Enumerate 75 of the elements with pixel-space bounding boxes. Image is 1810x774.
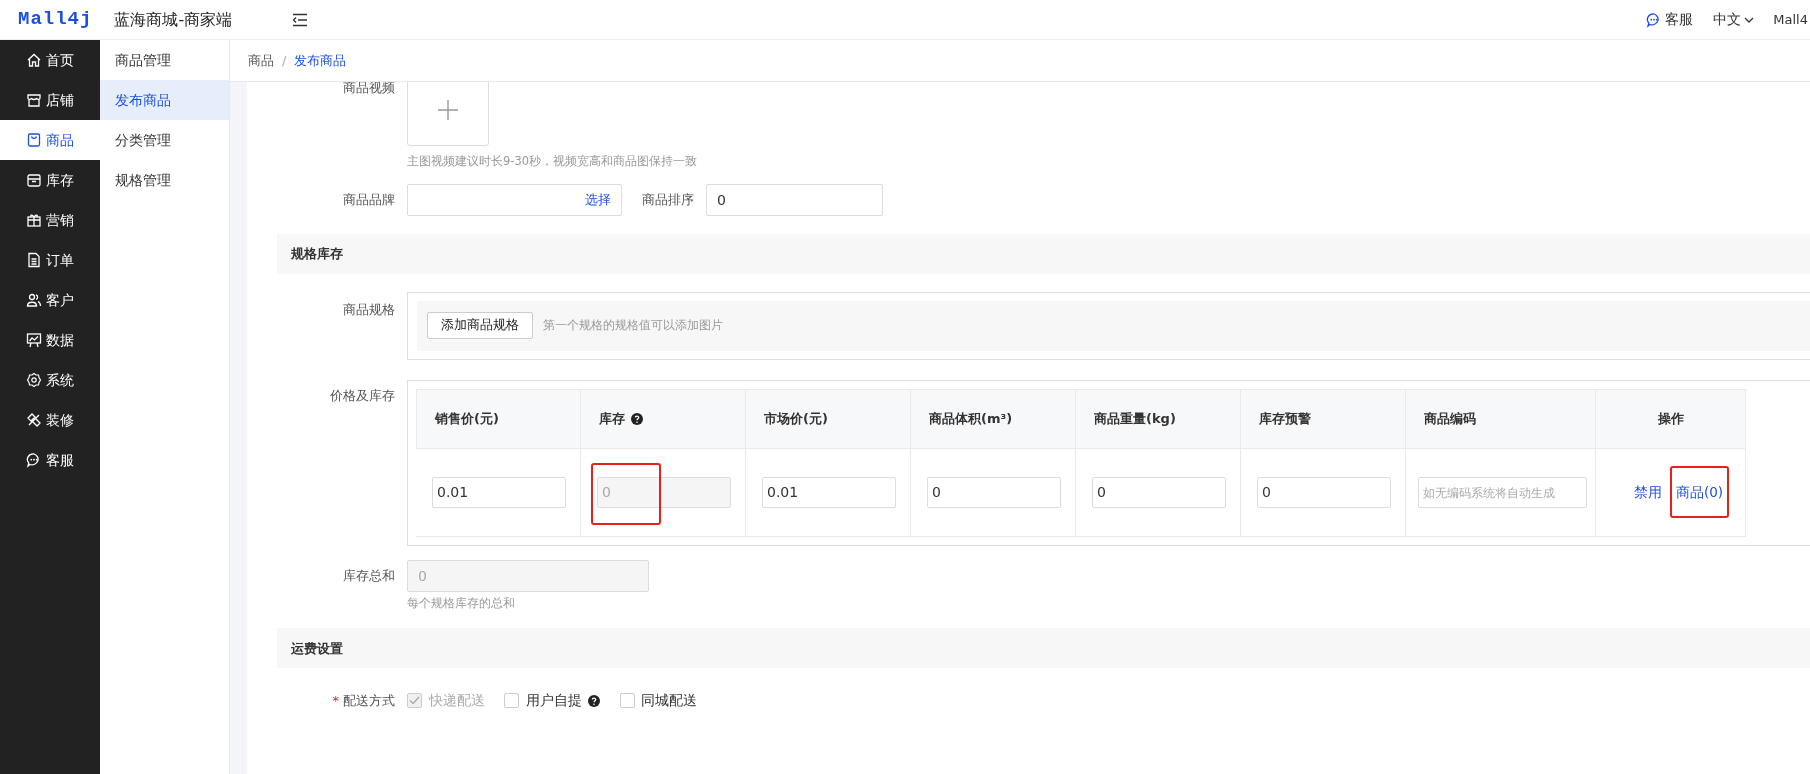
help-icon[interactable]: [631, 412, 643, 425]
table-input-field[interactable]: 0: [1092, 476, 1226, 508]
column-header: 商品体积(m³): [929, 410, 1013, 428]
action-link[interactable]: 商品(0): [1669, 466, 1730, 519]
sidebar-item[interactable]: 客服: [0, 440, 100, 480]
brush-icon: [26, 412, 42, 428]
submenu-item[interactable]: 规格管理: [100, 160, 229, 200]
field-label: 商品排序: [642, 190, 694, 209]
sidebar-item[interactable]: 装修: [0, 400, 100, 440]
table-input-field[interactable]: 0: [1257, 476, 1391, 508]
column-header: 销售价(元): [435, 410, 499, 428]
bag-icon: [26, 132, 42, 148]
table-input-field[interactable]: 0.01: [432, 476, 566, 508]
field-label: 商品规格: [343, 301, 395, 317]
column-header: 操作: [1657, 410, 1684, 428]
language-dropdown[interactable]: 中文: [1712, 9, 1754, 30]
document-icon: [26, 252, 42, 268]
column-header: 库存预警: [1259, 410, 1311, 428]
action-link[interactable]: 禁用: [1627, 478, 1668, 507]
submenu-item[interactable]: 分类管理: [100, 120, 229, 160]
submenu-item[interactable]: 发布商品: [100, 80, 229, 120]
sidebar-item[interactable]: 营销: [0, 200, 100, 240]
submenu-item[interactable]: 商品管理: [100, 40, 229, 80]
chart-board-icon: [26, 332, 42, 348]
plus-icon: [437, 99, 459, 121]
customer-service-link[interactable]: 客服: [1645, 9, 1694, 30]
sidebar-item[interactable]: 商品: [0, 120, 100, 160]
logo: Mall4j: [18, 7, 93, 33]
table-input-field[interactable]: 0: [927, 476, 1061, 508]
home-icon: [26, 52, 42, 68]
column-header: 市场价(元): [764, 410, 828, 428]
column-header: 库存: [599, 410, 625, 428]
brand-field[interactable]: 选择: [407, 183, 622, 216]
field-label: 配送方式: [343, 693, 395, 708]
users-icon: [26, 292, 42, 308]
chat-icon: [1645, 11, 1662, 28]
help-icon[interactable]: [588, 694, 600, 707]
box-icon: [26, 172, 42, 188]
delivery-checkbox[interactable]: 用户自提: [504, 690, 600, 712]
shop-icon: [26, 92, 42, 108]
column-header: 商品编码: [1424, 410, 1476, 428]
hint-text: 每个规格库存的总和: [407, 595, 516, 612]
sort-field[interactable]: 0: [706, 183, 883, 216]
check-icon: [409, 696, 420, 706]
table-input-field[interactable]: 如无编码系统将自动生成: [1418, 476, 1587, 508]
sidebar-item[interactable]: 系统: [0, 360, 100, 400]
site-title: 蓝海商城-商家端: [114, 8, 233, 31]
section-header: 规格库存: [277, 233, 1810, 274]
field-label: 价格及库存: [330, 387, 395, 403]
sidebar-item[interactable]: 数据: [0, 320, 100, 360]
breadcrumb-separator: /: [282, 51, 287, 70]
hint-text: 主图视频建议时长9-30秒，视频宽高和商品图保持一致: [407, 152, 698, 170]
select-link[interactable]: 选择: [585, 190, 611, 210]
sidebar-item[interactable]: 首页: [0, 40, 100, 80]
sidebar-item[interactable]: 订单: [0, 240, 100, 280]
field-label: 库存总和: [343, 567, 395, 583]
section-header: 运费设置: [277, 628, 1810, 669]
gift-icon: [26, 212, 42, 228]
add-spec-button[interactable]: 添加商品规格: [427, 312, 533, 340]
breadcrumb-item[interactable]: 商品: [248, 50, 274, 71]
delivery-checkbox[interactable]: 同城配送: [619, 690, 697, 712]
required-mark: *: [332, 693, 339, 708]
settings-icon: [26, 372, 42, 388]
chat-icon: [26, 452, 42, 468]
sidebar-item[interactable]: 店铺: [0, 80, 100, 120]
sidebar-item[interactable]: 库存: [0, 160, 100, 200]
collapse-menu-icon[interactable]: [292, 12, 309, 27]
column-header: 商品重量(kg): [1094, 410, 1176, 428]
table-input-field[interactable]: 0.01: [762, 476, 896, 508]
sidebar-item[interactable]: 客户: [0, 280, 100, 320]
field-label: 商品品牌: [343, 191, 395, 207]
breadcrumb-item: 发布商品: [294, 51, 347, 70]
hint-text: 第一个规格的规格值可以添加图片: [543, 317, 723, 335]
caret-icon: [1743, 15, 1754, 24]
user-name[interactable]: Mall4: [1773, 9, 1808, 30]
